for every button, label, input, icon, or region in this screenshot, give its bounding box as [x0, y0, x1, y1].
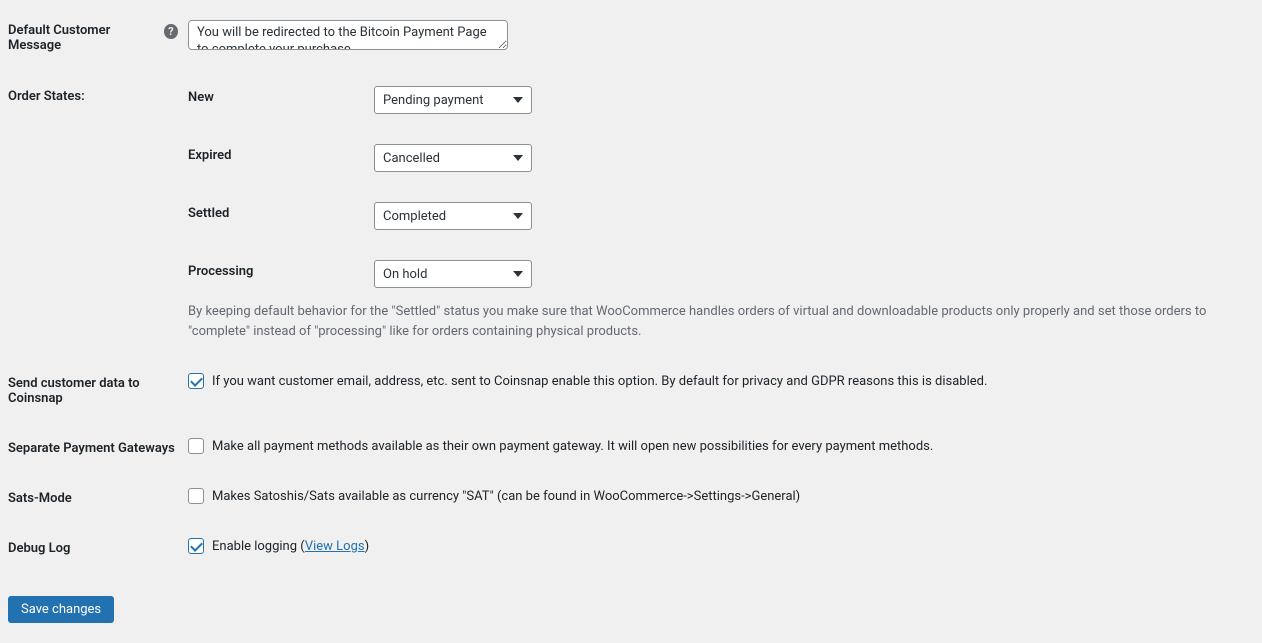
debug-log-label: Debug Log [8, 541, 70, 556]
order-state-settled-label: Settled [188, 202, 374, 221]
send-customer-data-checkbox[interactable] [188, 373, 204, 389]
help-icon[interactable]: ? [164, 24, 178, 39]
debug-log-checkbox[interactable] [188, 538, 204, 554]
order-state-processing-select[interactable]: On hold [374, 260, 532, 288]
sats-mode-checkbox[interactable] [188, 488, 204, 504]
separate-gateways-label: Separate Payment Gateways [8, 441, 175, 456]
sats-mode-heading: Sats-Mode [8, 476, 188, 526]
send-customer-data-heading: Send customer data to Coinsnap [8, 361, 188, 426]
order-state-new-label: New [188, 86, 374, 105]
order-states-label: Order States: [8, 89, 85, 104]
debug-log-text: Enable logging (View Logs) [212, 539, 369, 554]
send-customer-data-label: Send customer data to Coinsnap [8, 376, 140, 406]
order-state-expired-label: Expired [188, 144, 374, 163]
separate-gateways-checkbox[interactable] [188, 438, 204, 454]
sats-mode-label: Sats-Mode [8, 491, 72, 506]
send-customer-data-text: If you want customer email, address, etc… [212, 374, 987, 389]
view-logs-link[interactable]: View Logs [305, 539, 365, 554]
order-state-expired-select[interactable]: Cancelled [374, 144, 532, 172]
default-customer-message-heading: Default Customer Message ? [8, 8, 188, 74]
order-states-description: By keeping default behavior for the "Set… [188, 302, 1228, 341]
separate-gateways-text: Make all payment methods available as th… [212, 439, 933, 454]
separate-gateways-heading: Separate Payment Gateways [8, 426, 188, 476]
default-customer-message-label: Default Customer Message [8, 23, 158, 53]
order-state-new-select[interactable]: Pending payment [374, 86, 532, 114]
sats-mode-text: Makes Satoshis/Sats available as currenc… [212, 489, 800, 504]
default-customer-message-textarea[interactable] [188, 20, 508, 50]
order-state-processing-label: Processing [188, 260, 374, 279]
save-changes-button[interactable]: Save changes [8, 596, 114, 623]
debug-log-heading: Debug Log [8, 526, 188, 576]
order-states-heading: Order States: [8, 74, 188, 361]
order-state-settled-select[interactable]: Completed [374, 202, 532, 230]
